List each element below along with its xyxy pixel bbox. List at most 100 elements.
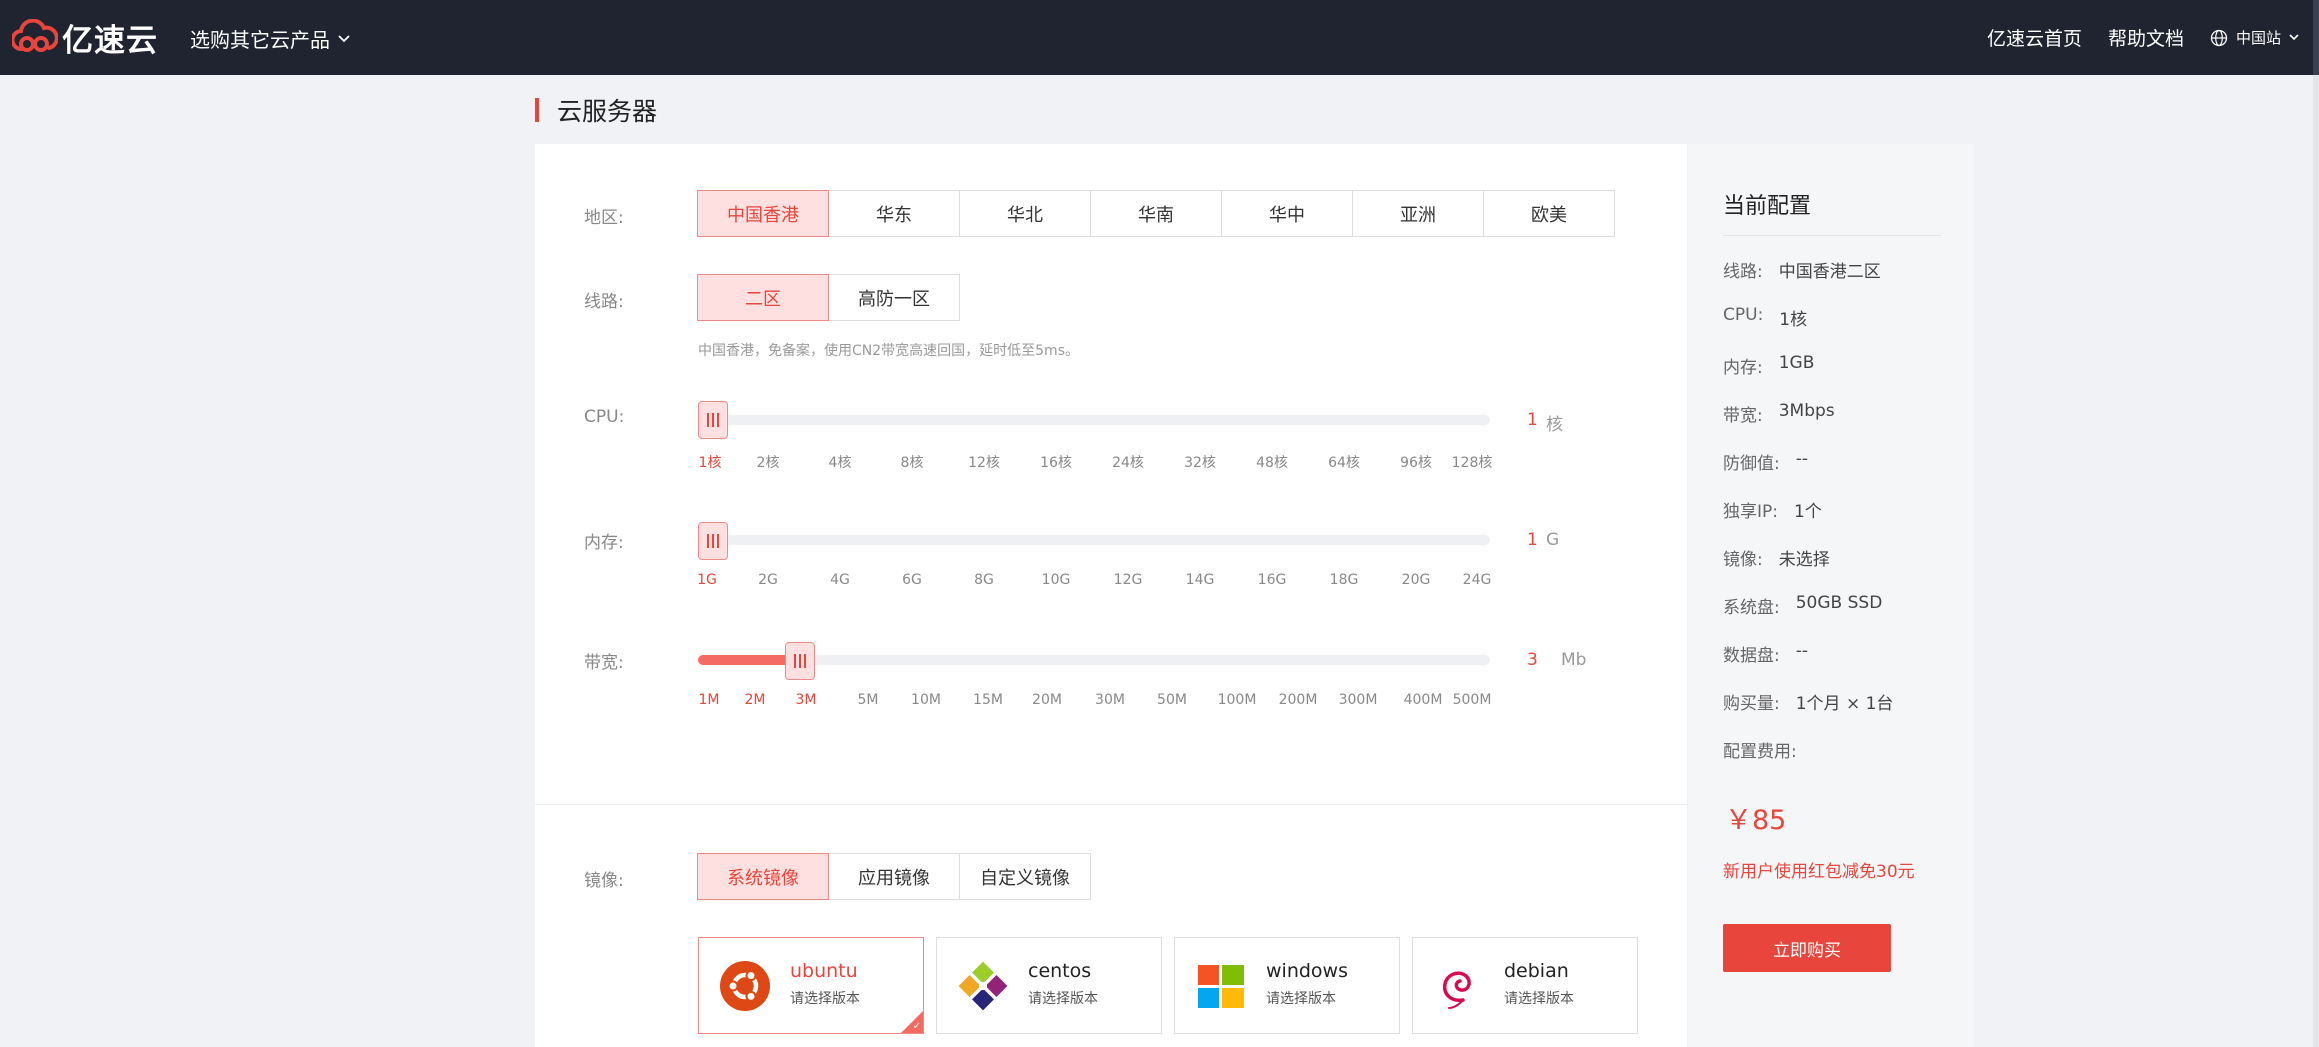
- region-tab-hongkong[interactable]: 中国香港: [697, 190, 829, 237]
- summary-value: 3Mbps: [1778, 401, 1835, 421]
- summary-key: 线路:: [1723, 262, 1763, 282]
- cpu-slider-handle[interactable]: [698, 401, 728, 439]
- memory-tick[interactable]: 20G: [1402, 572, 1431, 588]
- summary-key: 带宽:: [1723, 406, 1763, 426]
- region-tabs: 中国香港 华东 华北 华南 华中 亚洲 欧美: [697, 190, 1615, 237]
- region-tab-euro-us[interactable]: 欧美: [1483, 190, 1615, 237]
- bandwidth-unit: Mb: [1561, 650, 1587, 670]
- memory-tick[interactable]: 18G: [1330, 572, 1359, 588]
- memory-tick[interactable]: 1G: [697, 572, 717, 588]
- bandwidth-tick[interactable]: 500M: [1453, 692, 1492, 708]
- image-tab-custom[interactable]: 自定义镜像: [959, 853, 1091, 900]
- scrollbar[interactable]: [2313, 0, 2319, 75]
- line-tab-zone2[interactable]: 二区: [697, 274, 829, 321]
- bandwidth-slider-handle[interactable]: [785, 642, 815, 680]
- summary-value: 1核: [1779, 310, 1808, 330]
- bandwidth-tick[interactable]: 1M: [699, 692, 720, 708]
- price: ￥85: [1725, 805, 1787, 836]
- memory-tick[interactable]: 16G: [1258, 572, 1287, 588]
- buy-now-button[interactable]: 立即购买: [1723, 924, 1891, 972]
- image-option-ubuntu[interactable]: ubuntu 请选择版本 ✓: [698, 937, 924, 1034]
- summary-row: 配置费用:: [1723, 737, 1813, 762]
- cpu-tick[interactable]: 1核: [699, 452, 722, 472]
- line-tabs: 二区 高防一区: [697, 274, 960, 321]
- image-version-hint: 请选择版本: [1028, 991, 1098, 1007]
- bandwidth-slider-fill: [698, 655, 798, 665]
- image-option-centos[interactable]: centos 请选择版本: [936, 937, 1162, 1034]
- bandwidth-tick[interactable]: 30M: [1095, 692, 1125, 708]
- memory-tick[interactable]: 14G: [1186, 572, 1215, 588]
- page-scrollbar[interactable]: [2313, 75, 2319, 1047]
- summary-row: 线路: 中国香港二区: [1723, 257, 1881, 282]
- line-hint: 中国香港，免备案，使用CN2带宽高速回国，延时低至5ms。: [698, 343, 1079, 359]
- region-tab-south[interactable]: 华南: [1090, 190, 1222, 237]
- region-tab-asia[interactable]: 亚洲: [1352, 190, 1484, 237]
- bandwidth-tick[interactable]: 10M: [911, 692, 941, 708]
- memory-tick[interactable]: 2G: [758, 572, 778, 588]
- cpu-tick[interactable]: 32核: [1184, 452, 1216, 472]
- memory-value: 1: [1527, 530, 1538, 550]
- cpu-tick[interactable]: 8核: [901, 452, 924, 472]
- image-option-debian[interactable]: debian 请选择版本: [1412, 937, 1638, 1034]
- memory-slider-handle[interactable]: [698, 522, 728, 560]
- top-nav-bar: 亿速云 选购其它云产品 亿速云首页 帮助文档 中国站: [0, 0, 2319, 75]
- cpu-tick[interactable]: 64核: [1328, 452, 1360, 472]
- image-name: debian: [1504, 960, 1569, 982]
- summary-value: 未选择: [1778, 550, 1830, 570]
- image-label: 镜像:: [584, 871, 624, 891]
- cpu-tick-labels: 1核 2核 4核 8核 12核 16核 24核 32核 48核 64核 96核 128核: [698, 452, 1493, 472]
- image-name: windows: [1266, 960, 1348, 982]
- cpu-tick[interactable]: 4核: [829, 452, 852, 472]
- cpu-tick[interactable]: 96核: [1400, 452, 1432, 472]
- cpu-value: 1: [1527, 410, 1538, 430]
- product-menu-dropdown[interactable]: 选购其它云产品: [190, 24, 350, 53]
- memory-tick[interactable]: 10G: [1042, 572, 1071, 588]
- memory-tick[interactable]: 6G: [902, 572, 922, 588]
- bandwidth-tick[interactable]: 300M: [1339, 692, 1378, 708]
- memory-tick-labels: 1G 2G 4G 6G 8G 10G 12G 14G 16G 18G 20G 24G: [697, 572, 1492, 592]
- summary-row: 数据盘: --: [1723, 641, 1808, 666]
- top-nav-links: 亿速云首页 帮助文档 中国站: [1987, 24, 2299, 51]
- image-tab-system[interactable]: 系统镜像: [697, 853, 829, 900]
- memory-slider-track[interactable]: [698, 535, 1490, 545]
- check-icon: ✓: [912, 1021, 921, 1032]
- nav-link-help-docs[interactable]: 帮助文档: [2108, 24, 2184, 51]
- cpu-slider-track[interactable]: [698, 415, 1490, 425]
- line-tab-ddos-zone1[interactable]: 高防一区: [828, 274, 960, 321]
- memory-tick[interactable]: 4G: [830, 572, 850, 588]
- bandwidth-tick[interactable]: 5M: [858, 692, 879, 708]
- bandwidth-tick[interactable]: 50M: [1157, 692, 1187, 708]
- bandwidth-tick[interactable]: 2M: [745, 692, 766, 708]
- cpu-tick[interactable]: 16核: [1040, 452, 1072, 472]
- cpu-tick[interactable]: 2核: [757, 452, 780, 472]
- region-tab-north[interactable]: 华北: [959, 190, 1091, 237]
- bandwidth-tick[interactable]: 100M: [1218, 692, 1257, 708]
- image-option-windows[interactable]: windows 请选择版本: [1174, 937, 1400, 1034]
- image-tab-application[interactable]: 应用镜像: [828, 853, 960, 900]
- bandwidth-slider-track[interactable]: [698, 655, 1490, 665]
- product-menu-label: 选购其它云产品: [190, 28, 330, 52]
- summary-key: CPU:: [1723, 305, 1764, 325]
- bandwidth-tick[interactable]: 20M: [1032, 692, 1062, 708]
- centos-icon: [957, 960, 1009, 1012]
- memory-tick[interactable]: 24G: [1463, 572, 1492, 588]
- region-tab-east[interactable]: 华东: [828, 190, 960, 237]
- cpu-tick[interactable]: 12核: [968, 452, 1000, 472]
- nav-link-home[interactable]: 亿速云首页: [1987, 24, 2082, 51]
- memory-tick[interactable]: 8G: [974, 572, 994, 588]
- bandwidth-tick[interactable]: 200M: [1279, 692, 1318, 708]
- cpu-tick[interactable]: 24核: [1112, 452, 1144, 472]
- cloud-logo-icon: [12, 19, 58, 52]
- summary-row: 带宽: 3Mbps: [1723, 401, 1835, 426]
- cpu-tick[interactable]: 128核: [1452, 452, 1493, 472]
- summary-value: 1个: [1794, 502, 1822, 522]
- site-selector[interactable]: 中国站: [2210, 27, 2299, 48]
- summary-key: 独享IP:: [1723, 502, 1778, 522]
- memory-tick[interactable]: 12G: [1114, 572, 1143, 588]
- region-tab-central[interactable]: 华中: [1221, 190, 1353, 237]
- logo[interactable]: 亿速云: [12, 16, 158, 59]
- cpu-tick[interactable]: 48核: [1256, 452, 1288, 472]
- bandwidth-tick[interactable]: 3M: [796, 692, 817, 708]
- bandwidth-tick[interactable]: 15M: [973, 692, 1003, 708]
- bandwidth-tick[interactable]: 400M: [1404, 692, 1443, 708]
